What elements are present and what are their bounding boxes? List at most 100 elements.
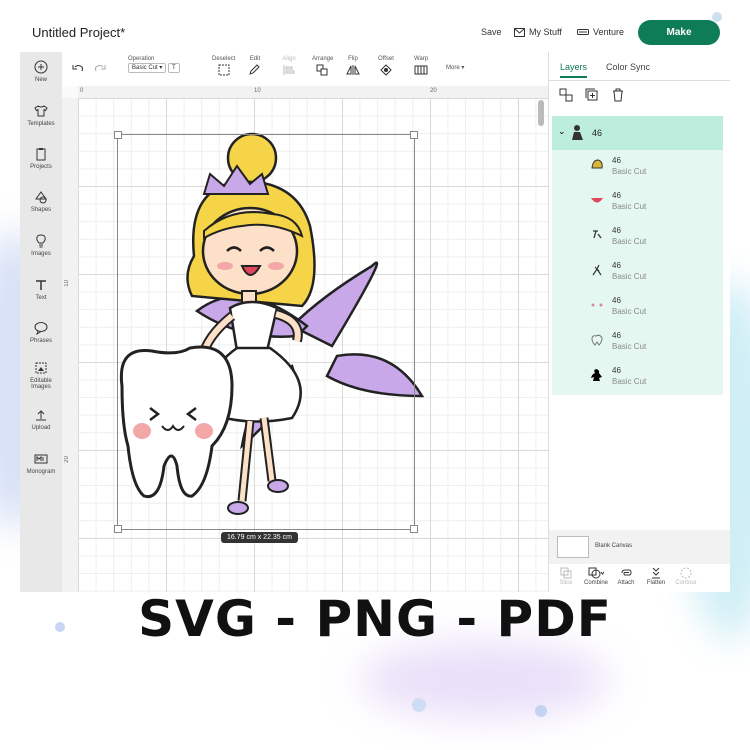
plus-circle-icon <box>34 60 48 74</box>
operation-dropdown[interactable]: Basic Cut ▾ <box>128 63 167 73</box>
layer-item[interactable]: 46 Basic Cut <box>552 255 723 290</box>
ruler-left: 10 20 <box>62 98 79 592</box>
slice-icon <box>560 567 572 579</box>
sidebar-item-upload[interactable]: Upload <box>20 408 62 431</box>
save-button[interactable]: Save <box>481 27 502 37</box>
sidebar-item-new[interactable]: New <box>20 60 62 83</box>
layer-item[interactable]: 46 Basic Cut <box>552 325 723 360</box>
slice-label: Slice <box>559 580 573 586</box>
more-menu[interactable]: More ▾ <box>446 64 464 71</box>
layer-operation: Basic Cut <box>612 167 647 176</box>
align-icon <box>283 65 295 75</box>
operation-control[interactable]: Operation Basic Cut ▾ T <box>128 56 180 73</box>
warp-control[interactable]: Warp <box>414 56 428 78</box>
make-button[interactable]: Make <box>638 20 720 45</box>
paperclip-icon <box>621 569 632 576</box>
tab-layers[interactable]: Layers <box>560 62 588 78</box>
edit-label: Edit <box>249 56 261 62</box>
project-title[interactable]: Untitled Project* <box>32 25 125 40</box>
layer-item[interactable]: 46 Basic Cut <box>552 150 723 185</box>
scale-handle[interactable] <box>410 525 418 533</box>
canvas-scrollbar[interactable] <box>538 100 544 126</box>
duplicate-icon[interactable] <box>585 88 599 102</box>
sidebar-item-label: Upload <box>31 425 51 431</box>
slice-button[interactable]: Slice <box>551 567 581 586</box>
attach-button[interactable]: Attach <box>611 567 641 586</box>
group-icon[interactable] <box>559 88 573 102</box>
layer-name: 46 <box>612 366 621 375</box>
lock-handle[interactable] <box>114 525 122 533</box>
undo-icon[interactable] <box>72 63 84 73</box>
offset-icon <box>380 64 392 76</box>
venture-label: Venture <box>593 27 625 37</box>
layer-item[interactable]: 46 Basic Cut <box>552 220 723 255</box>
cheeks-layer-icon <box>591 303 603 307</box>
deselect-control[interactable]: Deselect <box>212 56 235 78</box>
design-canvas[interactable]: 0 10 20 10 20 16.79 cm x 22.35 cm <box>62 86 548 592</box>
combine-button[interactable]: Combine <box>581 567 611 586</box>
sidebar-item-templates[interactable]: Templates <box>20 104 62 127</box>
sidebar-item-projects[interactable]: Projects <box>20 147 62 170</box>
sidebar-item-label: New <box>34 77 47 83</box>
sidebar-item-images[interactable]: Images <box>20 234 62 257</box>
canvas-color-swatch[interactable] <box>557 536 589 558</box>
contour-button[interactable]: Contour <box>671 567 701 586</box>
flatten-label: Flatten <box>646 580 666 586</box>
layer-group-header[interactable]: ⌄ 46 <box>552 116 723 150</box>
ruler-tick-label: 0 <box>80 88 84 94</box>
layer-item[interactable]: 46 Basic Cut <box>552 290 723 325</box>
layer-name: 46 <box>612 296 621 305</box>
arrange-control[interactable]: Arrange <box>312 56 333 78</box>
sidebar-item-text[interactable]: Text <box>20 278 62 301</box>
sidebar-item-editable-images[interactable]: Editable Images <box>20 361 62 390</box>
text-type-button[interactable]: T <box>168 63 180 73</box>
layer-operation: Basic Cut <box>612 272 647 281</box>
file-formats-caption: SVG - PNG - PDF <box>138 590 612 648</box>
shapes-icon <box>35 191 47 204</box>
redo-icon[interactable] <box>94 63 106 73</box>
offset-control[interactable]: Offset <box>378 56 394 78</box>
text-icon <box>36 280 46 290</box>
fairy-thumbnail-icon <box>572 125 583 140</box>
trash-icon[interactable] <box>611 88 625 102</box>
layer-operation: Basic Cut <box>612 237 647 246</box>
sidebar-item-monogram[interactable]: Monogram <box>20 452 62 475</box>
sidebar-item-label: Monogram <box>26 469 56 475</box>
sidebar-item-shapes[interactable]: Shapes <box>20 190 62 213</box>
machine-icon <box>577 29 589 35</box>
chevron-down-icon[interactable]: ⌄ <box>558 126 566 137</box>
bubble-decoration <box>712 12 722 22</box>
mouth-layer-icon <box>591 198 603 203</box>
venture-button[interactable]: Venture <box>577 27 624 37</box>
speech-bubble-icon <box>34 322 48 335</box>
clipboard-icon <box>36 148 46 161</box>
edit-control[interactable]: Edit <box>248 56 262 78</box>
pencil-icon <box>249 64 260 75</box>
ruler-tick-label: 20 <box>430 88 437 94</box>
layer-item[interactable]: 46 Basic Cut <box>552 360 723 395</box>
my-stuff-button[interactable]: My Stuff <box>514 27 562 37</box>
upload-icon <box>36 410 46 421</box>
panel-tabs: Layers Color Sync <box>549 52 730 81</box>
contour-icon <box>680 567 692 579</box>
ruler-tick-label: 10 <box>64 280 70 287</box>
layer-bottom-actions: Slice Combine Attach Flatten Contour <box>549 564 730 592</box>
rotate-handle[interactable] <box>410 131 418 139</box>
layer-name: 46 <box>612 226 621 235</box>
align-control[interactable]: Align <box>282 56 296 78</box>
layer-item[interactable]: 46 Basic Cut <box>552 185 723 220</box>
blank-canvas-row[interactable]: Blank Canvas <box>549 530 730 564</box>
design-space-window: Untitled Project* Save My Stuff Venture … <box>20 14 730 592</box>
layer-name: 46 <box>612 191 621 200</box>
resize-handle[interactable] <box>114 131 122 139</box>
bubble-decoration <box>55 622 65 632</box>
selection-box[interactable] <box>114 131 418 533</box>
tab-color-sync[interactable]: Color Sync <box>606 62 650 72</box>
flatten-icon <box>652 567 660 579</box>
layers-panel: Layers Color Sync ⌄ 46 46 Basic Cut 46 B… <box>548 52 730 592</box>
flip-control[interactable]: Flip <box>346 56 360 78</box>
sidebar-item-phrases[interactable]: Phrases <box>20 321 62 344</box>
flatten-button[interactable]: Flatten <box>641 567 671 586</box>
ruler-tick-label: 10 <box>254 88 261 94</box>
sidebar-item-label: Projects <box>30 164 52 170</box>
